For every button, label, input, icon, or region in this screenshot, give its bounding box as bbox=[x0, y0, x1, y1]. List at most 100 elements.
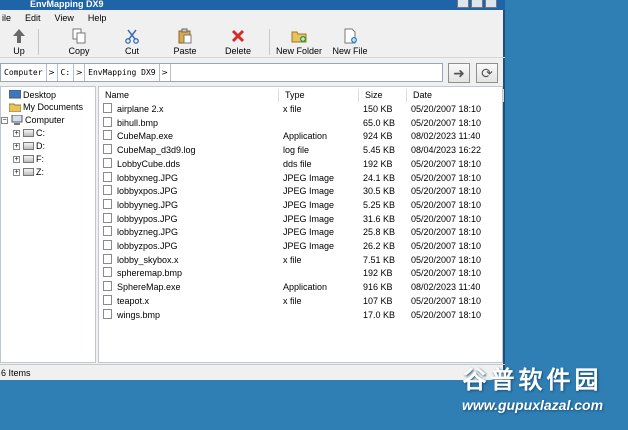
column-header-name[interactable]: Name bbox=[99, 89, 279, 102]
menu-edit[interactable]: Edit bbox=[23, 11, 43, 25]
minimize-button[interactable] bbox=[457, 0, 469, 8]
file-name: bihull.bmp bbox=[117, 117, 159, 128]
new-folder-button[interactable]: New Folder bbox=[270, 26, 328, 58]
go-button[interactable]: ➜ bbox=[448, 63, 470, 83]
watermark-title: 谷普软件园 bbox=[462, 366, 603, 394]
refresh-button[interactable]: ⟳ bbox=[476, 63, 498, 83]
chevron-right-icon[interactable]: > bbox=[74, 64, 86, 81]
menu-file[interactable]: ile bbox=[0, 11, 13, 25]
file-icon bbox=[103, 212, 112, 223]
file-type: JPEG Image bbox=[283, 213, 335, 224]
file-icon bbox=[103, 116, 112, 127]
table-row[interactable]: lobbyzneg.JPG JPEG Image 25.8 KB 05/20/2007… bbox=[99, 226, 504, 240]
cut-button[interactable]: Cut bbox=[119, 26, 145, 58]
expand-icon[interactable]: + bbox=[13, 155, 20, 163]
file-size: 5.45 KB bbox=[363, 145, 396, 156]
table-row[interactable]: bihull.bmp 65.0 KB 05/20/2007 18:10 bbox=[99, 116, 504, 131]
file-size: 916 KB bbox=[363, 282, 393, 293]
menu-help[interactable]: Help bbox=[86, 11, 109, 25]
table-row[interactable]: wings.bmp 17.0 KB 05/20/2007 18:10 bbox=[99, 308, 504, 323]
table-row[interactable]: lobbyypos.JPG JPEG Image 31.6 KB 05/20/2007… bbox=[99, 212, 504, 227]
table-row[interactable]: lobbyxneg.JPG JPEG Image 24.1 KB 05/20/2007… bbox=[99, 171, 504, 186]
clipboard-icon bbox=[177, 28, 193, 44]
file-type: JPEG Image bbox=[283, 227, 335, 238]
tree-item-drive-f[interactable]: + F: bbox=[13, 153, 44, 165]
table-row[interactable]: spheremap.bmp 192 KB 05/20/2007 18:10 bbox=[99, 267, 504, 281]
tree-item-drive-c[interactable]: + C: bbox=[13, 127, 45, 139]
file-size: 25.8 KB bbox=[363, 227, 396, 238]
table-row[interactable]: CubeMap.exe Application 924 KB 08/02/2023 1… bbox=[99, 130, 504, 144]
table-row[interactable]: lobbyzpos.JPG JPEG Image 26.2 KB 05/20/2007… bbox=[99, 240, 504, 254]
expand-icon[interactable]: + bbox=[13, 168, 20, 176]
file-date: 08/04/2023 16:22 bbox=[411, 145, 482, 156]
file-size: 192 KB bbox=[363, 268, 393, 279]
tree-item-computer[interactable]: − Computer bbox=[1, 114, 65, 126]
file-date: 05/20/2007 18:10 bbox=[411, 199, 482, 210]
crumb-computer[interactable]: Computer bbox=[1, 64, 47, 81]
file-name: lobbyxneg.JPG bbox=[117, 172, 179, 183]
table-row[interactable]: LobbyCube.dds dds file 192 KB 05/20/2007 18… bbox=[99, 157, 504, 172]
tree-item-drive-z[interactable]: + Z: bbox=[13, 166, 44, 178]
file-size: 192 KB bbox=[363, 158, 393, 169]
column-header-type[interactable]: Type bbox=[279, 89, 359, 102]
crumb-drive[interactable]: C: bbox=[58, 64, 75, 81]
tree-item-desktop[interactable]: Desktop bbox=[9, 89, 56, 101]
file-name: lobbyzneg.JPG bbox=[117, 227, 179, 238]
file-manager-window: EnvMapping DX9 ile Edit View Help Up Cop… bbox=[0, 0, 505, 380]
file-type: x file bbox=[283, 254, 302, 265]
delete-button[interactable]: Delete bbox=[225, 26, 251, 58]
address-bar: Computer > C: > EnvMapping DX9 > ➜ ⟳ bbox=[0, 60, 505, 84]
drive-icon bbox=[23, 168, 34, 176]
close-button[interactable] bbox=[485, 0, 497, 8]
table-row[interactable]: airplane 2.x x file 150 KB 05/20/2007 18:10 bbox=[99, 103, 504, 117]
file-date: 08/02/2023 11:40 bbox=[411, 131, 481, 142]
menu-view[interactable]: View bbox=[53, 11, 76, 25]
file-date: 08/02/2023 11:40 bbox=[411, 282, 481, 293]
up-arrow-icon bbox=[11, 28, 27, 44]
crumb-folder[interactable]: EnvMapping DX9 bbox=[85, 64, 160, 81]
tree-item-my-documents[interactable]: My Documents bbox=[9, 101, 83, 113]
expand-icon[interactable]: + bbox=[13, 129, 20, 137]
paste-button[interactable]: Paste bbox=[145, 26, 225, 58]
file-icon bbox=[103, 185, 112, 196]
file-name: lobbyzpos.JPG bbox=[117, 241, 178, 251]
file-name: lobby_skybox.x bbox=[117, 254, 179, 265]
file-icon bbox=[103, 171, 112, 182]
chevron-right-icon[interactable]: > bbox=[160, 64, 171, 81]
file-type: Application bbox=[283, 131, 328, 142]
file-date: 05/20/2007 18:10 bbox=[411, 186, 482, 197]
file-icon bbox=[103, 308, 112, 319]
table-row[interactable]: SphereMap.exe Application 916 KB 08/02/2023… bbox=[99, 281, 504, 295]
column-header-date[interactable]: Date bbox=[407, 89, 504, 102]
chevron-right-icon[interactable]: > bbox=[47, 64, 58, 81]
table-row[interactable]: lobby_skybox.x x file 7.51 KB 05/20/2007 18… bbox=[99, 253, 504, 268]
file-name: spheremap.bmp bbox=[117, 268, 183, 279]
watermark: 谷普软件园 www.gupuxlazal.com bbox=[437, 365, 628, 427]
file-date: 05/20/2007 18:10 bbox=[411, 213, 482, 224]
table-row[interactable]: CubeMap_d3d9.log log file 5.45 KB 08/04/202… bbox=[99, 144, 504, 158]
table-row[interactable]: lobbyxpos.JPG JPEG Image 30.5 KB 05/20/2007… bbox=[99, 185, 504, 199]
file-name: LobbyCube.dds bbox=[117, 158, 181, 169]
watermark-url: www.gupuxlazal.com bbox=[461, 397, 604, 413]
breadcrumb: Computer > C: > EnvMapping DX9 > bbox=[0, 63, 443, 82]
new-folder-icon bbox=[291, 28, 307, 44]
expand-icon[interactable]: + bbox=[13, 142, 20, 150]
file-date: 05/20/2007 18:10 bbox=[411, 158, 482, 169]
file-date: 05/20/2007 18:10 bbox=[411, 241, 482, 251]
delete-x-icon bbox=[230, 28, 246, 44]
folder-tree: Desktop My Documents − Computer + C: + D… bbox=[0, 86, 96, 363]
up-button[interactable]: Up bbox=[0, 26, 38, 58]
column-header-size[interactable]: Size bbox=[359, 89, 407, 102]
copy-button[interactable]: Copy bbox=[39, 26, 119, 58]
table-row[interactable]: teapot.x x file 107 KB 05/20/2007 18:10 bbox=[99, 294, 504, 309]
maximize-button[interactable] bbox=[471, 0, 483, 8]
drive-icon bbox=[23, 155, 34, 163]
tree-item-drive-d[interactable]: + D: bbox=[13, 140, 45, 152]
new-file-button[interactable]: New File bbox=[328, 26, 372, 58]
column-headers: Name Type Size Date bbox=[99, 89, 504, 102]
collapse-icon[interactable]: − bbox=[1, 116, 8, 124]
file-name: teapot.x bbox=[117, 295, 150, 306]
file-type: x file bbox=[283, 104, 302, 114]
file-size: 26.2 KB bbox=[363, 241, 396, 251]
table-row[interactable]: lobbyyneg.JPG JPEG Image 5.25 KB 05/20/2007… bbox=[99, 198, 504, 213]
